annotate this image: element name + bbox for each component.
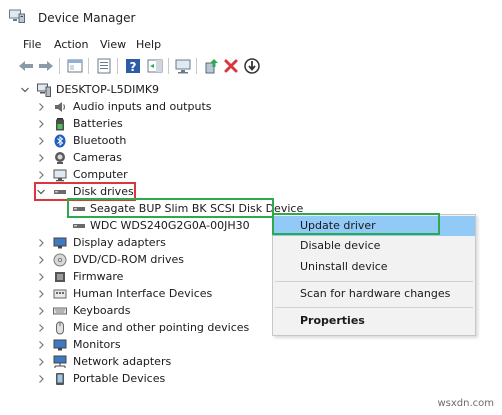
tree-item-wdc-disk[interactable]: WDC WDS240G2G0A-00JH30 [0,218,270,234]
monitor-icon [53,338,67,352]
tree-item-label: Cameras [73,151,122,164]
tree-root[interactable]: DESKTOP-L5DIMK9 [0,82,200,98]
toolbar: ? [0,55,502,79]
tree-item-mice[interactable]: Mice and other pointing devices [0,320,249,336]
menu-action[interactable]: Action [54,38,88,51]
mouse-icon [53,321,67,335]
chevron-right-icon[interactable] [36,116,46,132]
tree-item-label: Firmware [73,270,124,283]
computer-icon [53,168,67,182]
back-arrow-icon[interactable] [17,57,35,75]
tree-item-firmware[interactable]: Firmware [0,269,210,285]
toolbar-separator [117,58,118,74]
tree-item-label: Portable Devices [73,372,166,385]
menu-view[interactable]: View [100,38,126,51]
menu-item-scan-hardware[interactable]: Scan for hardware changes [273,284,475,304]
speaker-icon [53,100,67,114]
tree-item-cameras[interactable]: Cameras [0,150,210,166]
uninstall-device-icon[interactable] [222,57,240,75]
dvd-drive-icon [53,253,67,267]
chevron-right-icon[interactable] [36,133,46,149]
svg-text:?: ? [130,60,137,74]
tree-item-label: Mice and other pointing devices [73,321,250,334]
device-manager-icon [9,9,25,23]
chevron-right-icon[interactable] [36,167,46,183]
toolbar-separator [88,58,89,74]
toolbar-separator [196,58,197,74]
tree-item-label: Computer [73,168,128,181]
portable-device-icon [53,372,67,386]
tree-item-dvd-drives[interactable]: DVD/CD-ROM drives [0,252,210,268]
tree-item-label: Monitors [73,338,121,351]
title-bar: Device Manager [0,0,502,32]
monitor-icon [53,236,67,250]
update-driver-icon[interactable] [202,57,220,75]
tree-item-label: WDC WDS240G2G0A-00JH30 [90,219,250,232]
tree-item-label: Audio inputs and outputs [73,100,212,113]
tree-item-keyboards[interactable]: Keyboards [0,303,210,319]
toolbar-separator [59,58,60,74]
toolbar-separator [168,58,169,74]
tree-item-label: Bluetooth [73,134,127,147]
tree-item-label: Network adapters [73,355,172,368]
hid-icon [53,287,67,301]
tree-item-label: Keyboards [73,304,131,317]
tree-item-batteries[interactable]: Batteries [0,116,210,132]
chevron-right-icon[interactable] [36,303,46,319]
chevron-right-icon[interactable] [36,286,46,302]
menu-help[interactable]: Help [136,38,161,51]
help-icon[interactable]: ? [124,57,142,75]
show-hide-console-tree-icon[interactable] [66,57,84,75]
chevron-right-icon[interactable] [36,320,46,336]
chevron-right-icon[interactable] [36,354,46,370]
tree-item-network-adapters[interactable]: Network adapters [0,354,210,370]
computer-icon [37,83,51,97]
tree-item-label: Batteries [73,117,123,130]
watermark: wsxdn.com [437,398,494,409]
tree-root-label: DESKTOP-L5DIMK9 [56,83,160,96]
bluetooth-icon [53,134,67,148]
action-pane-icon[interactable] [146,57,164,75]
chevron-right-icon[interactable] [36,99,46,115]
forward-arrow-icon[interactable] [37,57,55,75]
menu-bar: File Action View Help [0,38,502,54]
chevron-right-icon[interactable] [36,371,46,387]
tree-item-display-adapters[interactable]: Display adapters [0,235,210,251]
highlight-box-green [272,213,440,235]
chevron-right-icon[interactable] [36,337,46,353]
tree-item-label: DVD/CD-ROM drives [73,253,184,266]
window-title: Device Manager [38,11,136,25]
tree-item-audio[interactable]: Audio inputs and outputs [0,99,212,115]
tree-item-monitors[interactable]: Monitors [0,337,210,353]
chevron-right-icon[interactable] [36,269,46,285]
scan-hardware-icon[interactable] [174,57,192,75]
tree-item-computer[interactable]: Computer [0,167,210,183]
highlight-box-green [67,198,274,218]
tree-item-human-interface-devices[interactable]: Human Interface Devices [0,286,220,302]
menu-file[interactable]: File [23,38,41,51]
battery-icon [53,117,67,131]
chevron-right-icon[interactable] [36,150,46,166]
enable-device-icon[interactable] [243,57,261,75]
tree-item-label: Human Interface Devices [73,287,213,300]
camera-icon [53,151,67,165]
chevron-right-icon[interactable] [36,235,46,251]
menu-item-properties[interactable]: Properties [273,311,475,331]
menu-separator [275,281,473,282]
tree-item-label: Display adapters [73,236,166,249]
chevron-right-icon[interactable] [36,252,46,268]
firmware-icon [53,270,67,284]
network-icon [53,355,67,369]
disk-drive-icon [72,219,86,233]
tree-item-portable-devices[interactable]: Portable Devices [0,371,210,387]
keyboard-icon [53,304,67,318]
menu-item-disable-device[interactable]: Disable device [273,236,475,256]
chevron-down-icon[interactable] [20,82,30,98]
tree-item-bluetooth[interactable]: Bluetooth [0,133,210,149]
menu-item-uninstall-device[interactable]: Uninstall device [273,257,475,277]
menu-separator [275,307,473,308]
properties-sheet-icon[interactable] [95,57,113,75]
